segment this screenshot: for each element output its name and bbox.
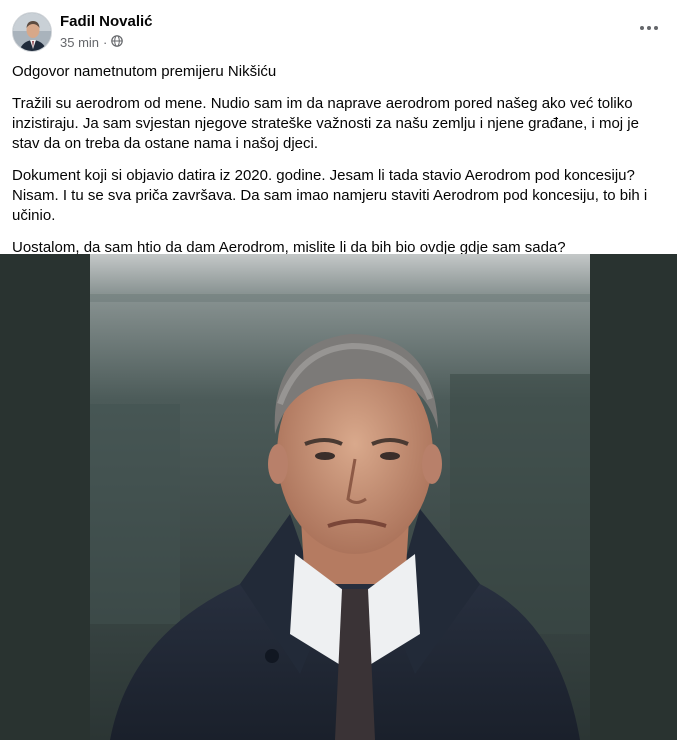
post-paragraph: Dokument koji si objavio datira iz 2020.…: [12, 167, 648, 224]
post-header: Fadil Novalić 35 min ·: [0, 0, 677, 60]
post-text: Odgovor nametnutom premijeru Nikšiću Tra…: [12, 62, 662, 270]
globe-icon[interactable]: [111, 35, 124, 50]
meta-separator: ·: [103, 35, 108, 50]
author-name[interactable]: Fadil Novalić: [60, 13, 153, 30]
more-options-button[interactable]: [635, 18, 663, 38]
author-avatar[interactable]: [12, 12, 52, 52]
post-paragraph: Odgovor nametnutom premijeru Nikšiću: [12, 63, 277, 80]
post-paragraph: Tražili su aerodrom od mene. Nudio sam i…: [12, 95, 639, 152]
facebook-post: Fadil Novalić 35 min · Odgovor nametnuto…: [0, 0, 677, 740]
avatar-image: [13, 13, 51, 51]
more-dots-icon: [640, 26, 658, 30]
post-meta: 35 min ·: [60, 35, 124, 50]
post-image-area[interactable]: [0, 254, 677, 740]
post-time[interactable]: 35 min: [60, 35, 99, 50]
portrait-photo[interactable]: [90, 254, 590, 740]
